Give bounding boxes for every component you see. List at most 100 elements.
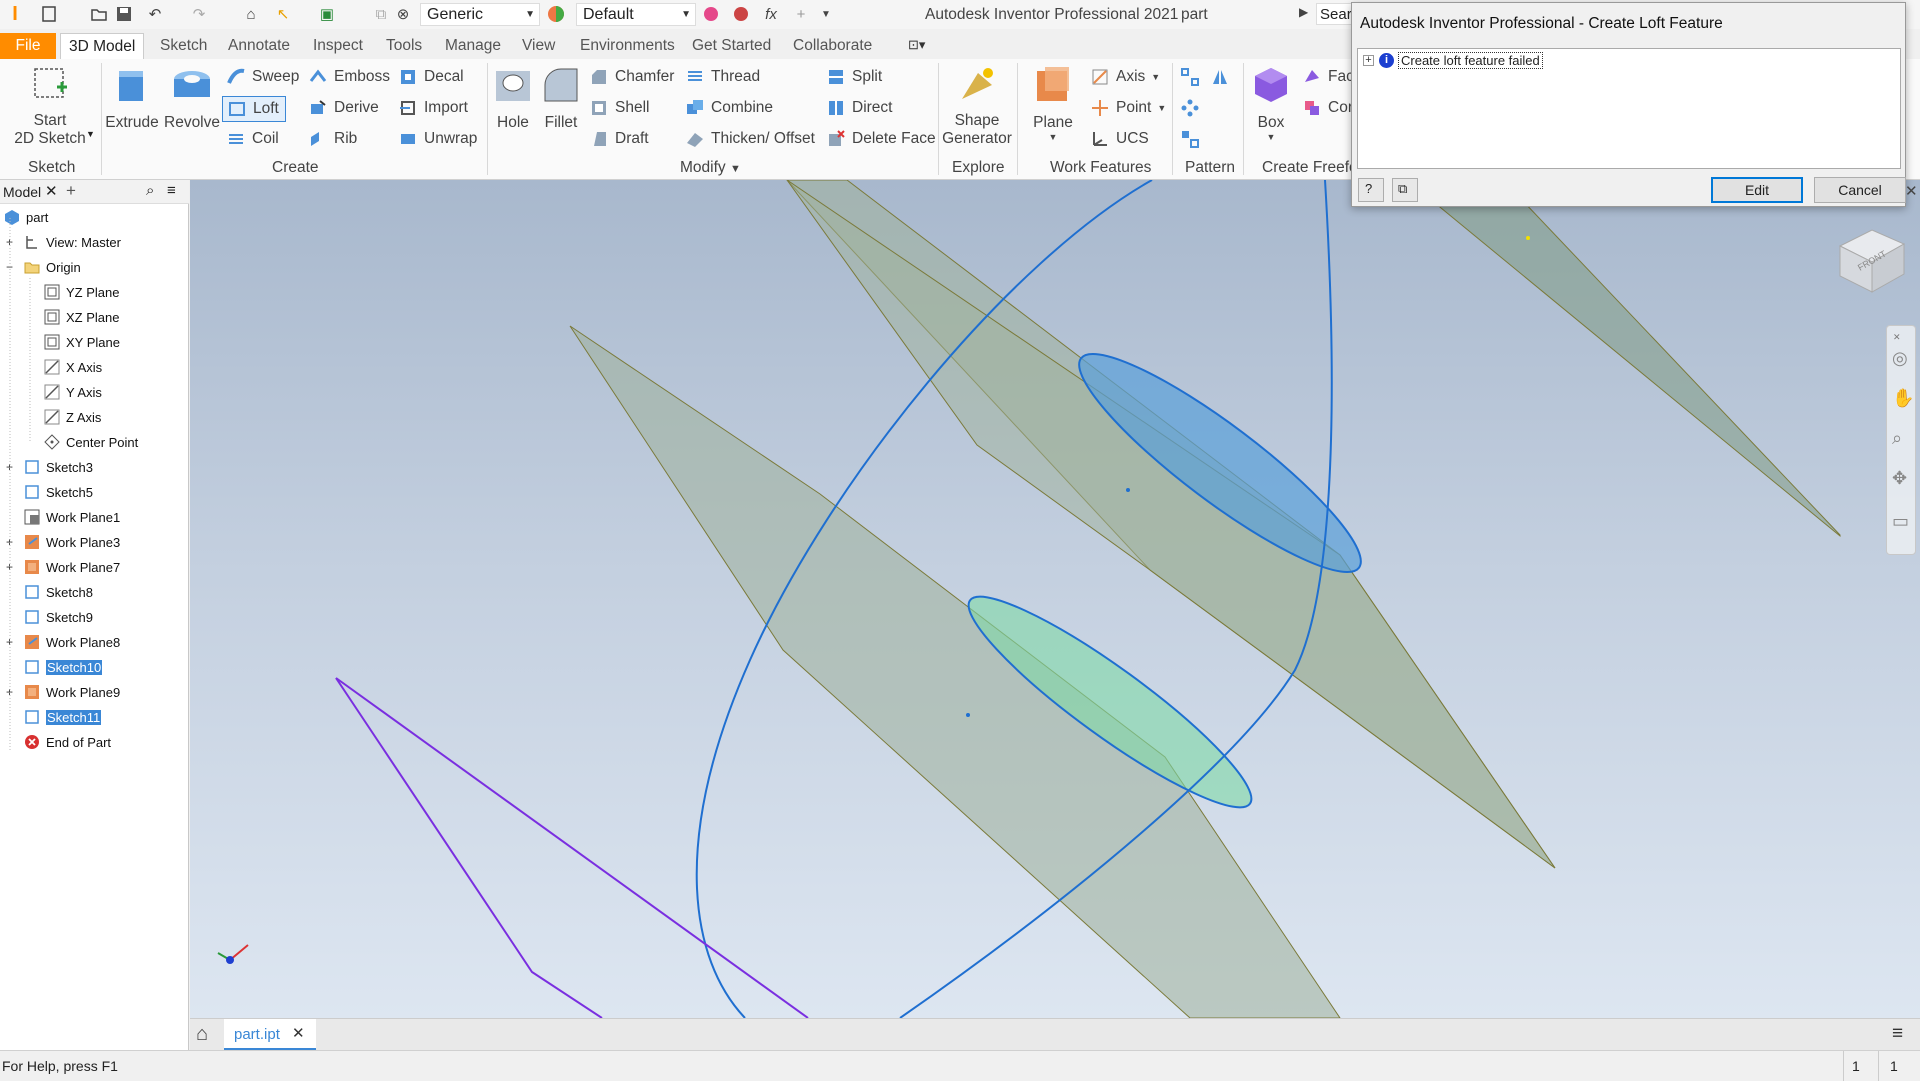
split-button[interactable]: Split [826,67,882,87]
tree-item-sketch3[interactable]: Sketch3 [24,456,93,478]
axis-button[interactable]: Axis ▼ [1090,67,1160,87]
tree-item-work-plane1[interactable]: Work Plane1 [24,506,120,528]
tree-item-sketch11[interactable]: Sketch11 [24,706,102,728]
zoom-icon[interactable]: ⌕ [1892,428,1902,449]
expand-arrow-icon[interactable]: ▶ [1299,5,1308,19]
tab-annotate[interactable]: Annotate [228,33,290,59]
search-input[interactable]: Sear [1316,3,1356,25]
thread-button[interactable]: Thread [685,67,760,87]
orbit-icon[interactable]: ✥ [1892,468,1907,489]
tree-item-z-axis[interactable]: Z Axis [44,406,101,428]
coil-button[interactable]: Coil [226,129,279,149]
direct-button[interactable]: Direct [826,98,892,118]
tree-item-sketch9[interactable]: Sketch9 [24,606,93,628]
graphics-viewport[interactable]: FRONT ✕ ◎ ✋ ⌕ ✥ ▭ [190,180,1920,1018]
tree-item-x-axis[interactable]: X Axis [44,356,102,378]
save-icon[interactable] [113,3,135,25]
tree-item-part[interactable]: part [4,206,48,228]
home-icon[interactable]: ⌂ [240,3,262,25]
look-at-icon[interactable]: ▭ [1892,511,1909,532]
tab-collaborate[interactable]: Collaborate [793,33,872,59]
undo-icon[interactable]: ↶ [144,3,166,25]
tree-item-work-plane8[interactable]: Work Plane8 [24,631,120,653]
steering-wheel-icon[interactable]: ◎ [1892,348,1908,369]
sketch-dropdown-icon[interactable]: ▼ [86,129,95,139]
close-icon[interactable]: ✕ [1893,332,1901,343]
revolve-button[interactable]: Revolve [160,65,224,132]
start-2d-sketch-button[interactable]: Start 2D Sketch [12,65,88,148]
rib-button[interactable]: Rib [308,129,357,149]
tree-item-xy-plane[interactable]: XY Plane [44,331,120,353]
loft-button[interactable]: Loft [222,96,286,122]
tree-item-sketch10[interactable]: Sketch10 [24,656,103,678]
appearance-select[interactable]: Default ▼ [576,3,696,26]
tree-item-work-plane9[interactable]: Work Plane9 [24,681,120,703]
appearance-icon[interactable] [545,3,567,25]
measure-icon[interactable]: ⧉ [370,3,392,25]
tab-manage[interactable]: Manage [445,33,501,59]
chamfer-button[interactable]: Chamfer [589,67,674,87]
tree-item-xz-plane[interactable]: XZ Plane [44,306,119,328]
shape-generator-button[interactable]: Shape Generator [942,65,1012,148]
tree-item-sketch5[interactable]: Sketch5 [24,481,93,503]
doc-tab-part[interactable]: part.ipt ✕ [224,1019,316,1050]
group-modify-label[interactable]: Modify ▼ [680,159,741,177]
tab-view[interactable]: View [522,33,555,59]
tree-item-work-plane3[interactable]: Work Plane3 [24,531,120,553]
menu-icon[interactable]: ≡ [167,182,176,199]
redo-icon[interactable]: ↷ [188,3,210,25]
fillet-button[interactable]: Fillet [538,65,584,132]
tab-environments[interactable]: Environments [580,33,675,59]
material-select[interactable]: Generic ▼ [420,3,540,26]
inventor-logo-icon[interactable]: I [4,3,26,25]
ucs-button[interactable]: UCS [1090,129,1149,149]
tree-item-work-plane7[interactable]: Work Plane7 [24,556,120,578]
tab-3d-model[interactable]: 3D Model [60,33,145,59]
unwrap-button[interactable]: Unwrap [398,129,477,149]
pan-icon[interactable]: ✋ [1892,388,1914,409]
hole-button[interactable]: Hole [490,65,536,132]
menu-icon[interactable]: ≡ [1892,1023,1903,1045]
freeform-convert-button[interactable]: Cor [1302,98,1353,118]
tree-item-center-point[interactable]: Center Point [44,431,138,453]
delete-face-button[interactable]: Delete Face [826,129,936,149]
tab-sketch[interactable]: Sketch [160,33,207,59]
combine-button[interactable]: Combine [685,98,773,118]
tab-tools[interactable]: Tools [386,33,422,59]
expand-icon[interactable]: + [4,461,15,473]
box-button[interactable]: Box ▼ [1246,65,1296,142]
expand-icon[interactable]: + [4,686,15,698]
panel-close-icon[interactable]: ✕ [1905,182,1918,200]
close-icon[interactable]: ✕ [292,1024,305,1042]
tab-get-started[interactable]: Get Started [692,33,771,59]
shell-button[interactable]: Shell [589,98,649,118]
expand-icon[interactable]: + [4,536,15,548]
help-button[interactable]: ? [1358,178,1384,202]
expand-icon[interactable]: + [1363,55,1374,66]
rectangular-pattern-button[interactable] [1180,67,1200,87]
sweep-button[interactable]: Sweep [226,67,299,87]
draft-button[interactable]: Draft [589,129,649,149]
tab-inspect[interactable]: Inspect [313,33,363,59]
add-icon[interactable]: + [790,3,812,25]
ribbon-display-toggle-icon[interactable]: ⊡▾ [908,37,925,53]
search-icon[interactable]: ⌕ [146,182,154,199]
close-icon[interactable]: ✕ [45,182,58,200]
collapse-icon[interactable]: − [4,261,15,273]
point-button[interactable]: Point ▼ [1090,98,1166,118]
tab-file[interactable]: File [0,33,56,59]
derive-button[interactable]: Derive [308,98,379,118]
home-icon[interactable]: ⌂ [196,1023,208,1046]
expand-icon[interactable]: + [4,236,15,248]
browser-tab-model[interactable]: Model [3,184,41,200]
message-item[interactable]: Create loft feature failed [1398,52,1543,69]
circular-pattern-button[interactable] [1180,98,1200,118]
viewcube[interactable]: FRONT [1830,226,1910,300]
decal-button[interactable]: Decal [398,67,464,87]
adjust-appearance-icon[interactable] [700,3,722,25]
plane-button[interactable]: Plane ▼ [1024,65,1082,142]
expand-icon[interactable]: + [4,561,15,573]
customize-dropdown-icon[interactable]: ▼ [815,3,837,25]
tree-item-sketch8[interactable]: Sketch8 [24,581,93,603]
mirror-button[interactable] [1210,67,1230,87]
